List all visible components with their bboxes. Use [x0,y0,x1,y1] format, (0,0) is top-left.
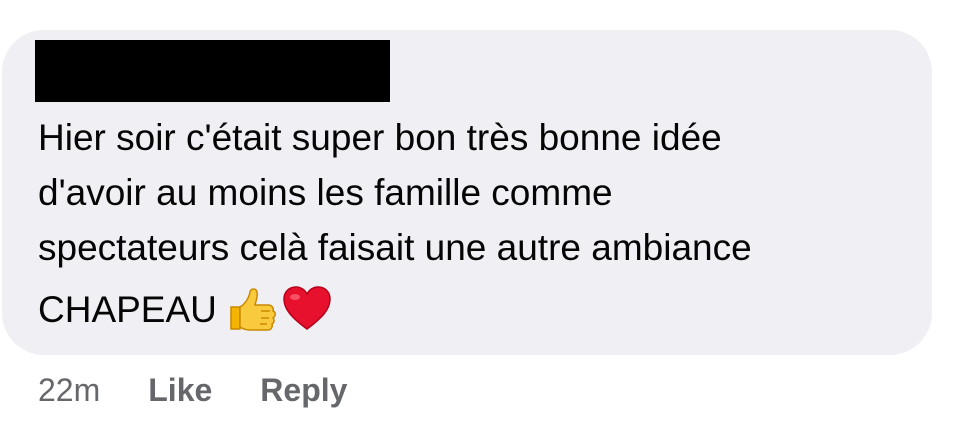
comment-meta: 22m Like Reply [38,366,347,414]
comment-timestamp: 22m [38,371,101,408]
like-button[interactable]: Like [148,372,212,409]
comment-line-1: Hier soir c'était super bon très bonne i… [38,117,722,158]
comment-line-2: d'avoir au moins les famille comme [38,172,613,213]
red-heart-icon [281,283,333,335]
comment-line-4-text: CHAPEAU [38,288,217,330]
comment-bubble: Hier soir c'était super bon très bonne i… [2,30,932,355]
comment-line-4: CHAPEAU [38,277,918,341]
redacted-author-name [35,40,390,102]
comment-text: Hier soir c'était super bon très bonne i… [38,110,918,341]
comment-line-3: spectateurs celà faisait une autre ambia… [38,227,752,268]
reply-button[interactable]: Reply [260,372,347,409]
thumbs-up-icon [225,283,277,335]
